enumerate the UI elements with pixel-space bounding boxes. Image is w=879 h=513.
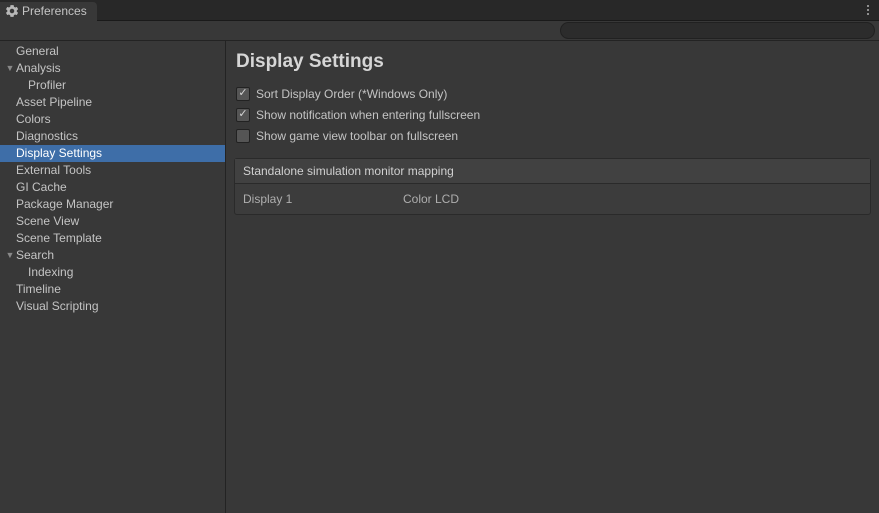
sidebar-item-label: Profiler (28, 77, 66, 94)
sidebar-item-diagnostics[interactable]: Diagnostics (0, 128, 225, 145)
foldout-icon[interactable]: ▼ (4, 247, 16, 264)
sidebar-item-asset-pipeline[interactable]: Asset Pipeline (0, 94, 225, 111)
sidebar-item-label: Asset Pipeline (16, 94, 92, 111)
sidebar-item-label: External Tools (16, 162, 91, 179)
sidebar-item-search[interactable]: ▼Search (0, 247, 225, 264)
sidebar-item-label: Scene Template (16, 230, 102, 247)
window-tab[interactable]: Preferences (0, 2, 97, 21)
display-value: Color LCD (403, 192, 862, 206)
sidebar: General▼AnalysisProfilerAsset PipelineCo… (0, 41, 226, 513)
sidebar-item-label: Scene View (16, 213, 79, 230)
sidebar-item-visual-scripting[interactable]: Visual Scripting (0, 298, 225, 315)
content-pane: Display Settings Sort Display Order (*Wi… (226, 41, 879, 513)
sidebar-item-label: Indexing (28, 264, 73, 281)
checkbox[interactable] (236, 87, 250, 101)
sidebar-item-label: Timeline (16, 281, 61, 298)
sidebar-item-label: Analysis (16, 60, 61, 77)
titlebar: Preferences (0, 0, 879, 21)
toolbar (0, 21, 879, 41)
monitor-map-row: Display 1Color LCD (235, 184, 870, 214)
option-label: Show game view toolbar on fullscreen (256, 129, 458, 143)
tab-title: Preferences (22, 4, 87, 18)
sidebar-item-external-tools[interactable]: External Tools (0, 162, 225, 179)
section-header: Standalone simulation monitor mapping (235, 159, 870, 184)
sidebar-item-gi-cache[interactable]: GI Cache (0, 179, 225, 196)
checkbox[interactable] (236, 108, 250, 122)
sidebar-item-scene-view[interactable]: Scene View (0, 213, 225, 230)
sidebar-item-label: Package Manager (16, 196, 113, 213)
sidebar-item-label: Display Settings (16, 145, 102, 162)
sidebar-item-timeline[interactable]: Timeline (0, 281, 225, 298)
sidebar-item-label: Diagnostics (16, 128, 78, 145)
checkbox[interactable] (236, 129, 250, 143)
search-input[interactable] (560, 22, 875, 39)
sidebar-item-colors[interactable]: Colors (0, 111, 225, 128)
sidebar-item-analysis[interactable]: ▼Analysis (0, 60, 225, 77)
option-row: Sort Display Order (*Windows Only) (234, 83, 871, 104)
sidebar-item-label: General (16, 43, 59, 60)
sidebar-item-label: GI Cache (16, 179, 67, 196)
display-key: Display 1 (243, 192, 403, 206)
option-label: Sort Display Order (*Windows Only) (256, 87, 447, 101)
sidebar-item-profiler[interactable]: Profiler (0, 77, 225, 94)
page-title: Display Settings (236, 51, 871, 73)
sidebar-item-label: Search (16, 247, 54, 264)
monitor-mapping-section: Standalone simulation monitor mapping Di… (234, 158, 871, 215)
sidebar-item-general[interactable]: General (0, 43, 225, 60)
sidebar-item-package-manager[interactable]: Package Manager (0, 196, 225, 213)
option-label: Show notification when entering fullscre… (256, 108, 480, 122)
sidebar-item-label: Colors (16, 111, 51, 128)
gear-icon (6, 5, 18, 17)
sidebar-item-indexing[interactable]: Indexing (0, 264, 225, 281)
sidebar-item-display-settings[interactable]: Display Settings (0, 145, 225, 162)
option-row: Show notification when entering fullscre… (234, 104, 871, 125)
option-row: Show game view toolbar on fullscreen (234, 125, 871, 146)
sidebar-item-scene-template[interactable]: Scene Template (0, 230, 225, 247)
sidebar-item-label: Visual Scripting (16, 298, 99, 315)
window-menu-button[interactable] (857, 0, 879, 20)
foldout-icon[interactable]: ▼ (4, 60, 16, 77)
